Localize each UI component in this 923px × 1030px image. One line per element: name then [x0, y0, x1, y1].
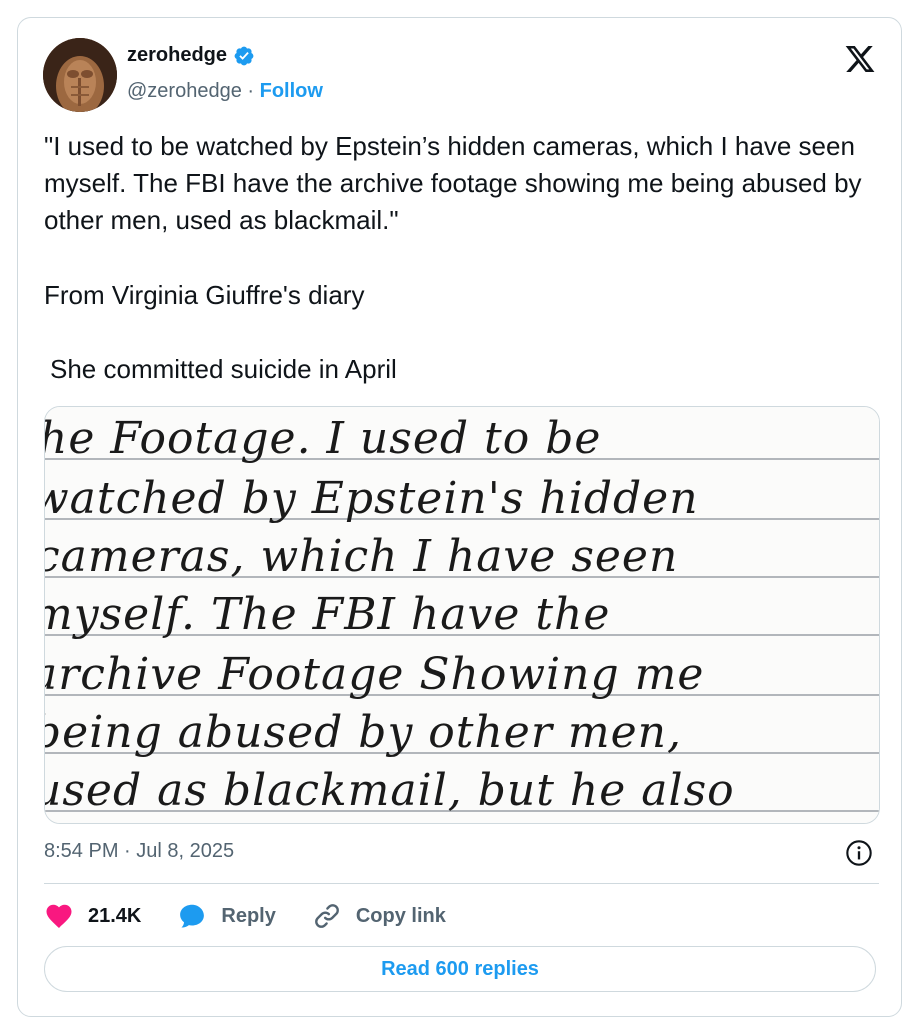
heart-icon — [46, 904, 72, 928]
follow-button[interactable]: Follow — [260, 80, 323, 102]
tweet-paragraph-note: She committed suicide in April — [50, 354, 397, 384]
reply-bubble-icon — [180, 904, 205, 928]
tweet-paragraph-quote: "I used to be watched by Epstein’s hidde… — [44, 131, 862, 235]
read-replies-button[interactable]: Read 600 replies — [44, 946, 876, 992]
copy-link-label: Copy link — [355, 904, 446, 927]
author-name[interactable]: zerohedge — [127, 44, 227, 67]
separator-dot: · — [247, 80, 255, 102]
handwriting-line: he Footage. I used to be — [45, 413, 601, 464]
divider — [44, 883, 879, 884]
x-logo-icon[interactable] — [843, 43, 877, 75]
reply-button[interactable]: Reply — [177, 901, 276, 931]
author-name-row: zerohedge — [127, 44, 255, 67]
avatar[interactable] — [43, 38, 117, 112]
handwriting-line: cameras, which I have seen — [45, 531, 678, 582]
link-icon — [314, 904, 339, 928]
like-button[interactable]: 21.4K — [44, 901, 141, 931]
copy-link-button[interactable]: Copy link — [312, 901, 446, 931]
tweet-paragraph-source: From Virginia Giuffre's diary — [44, 280, 365, 310]
handwriting-line: myself. The FBI have the — [45, 589, 610, 640]
tweet-timestamp[interactable]: 8:54 PM · Jul 8, 2025 — [44, 840, 234, 863]
handwriting-line: being abused by other men, — [45, 707, 682, 758]
diary-image[interactable]: he Footage. I used to be watched by Epst… — [44, 406, 880, 824]
like-count: 21.4K — [88, 904, 142, 927]
author-handle[interactable]: @zerohedge — [127, 80, 242, 102]
author-handle-row: @zerohedge · Follow — [127, 80, 323, 103]
action-bar: 21.4K Reply Copy link — [44, 898, 446, 934]
tweet-card: zerohedge @zerohedge · Follow "I used to… — [17, 17, 902, 1017]
verified-badge-icon — [233, 45, 255, 67]
handwriting-line: archive Footage Showing me — [45, 649, 704, 700]
handwriting-line: used as blackmail, but he also — [45, 765, 735, 816]
info-icon[interactable] — [845, 839, 873, 867]
reply-label: Reply — [221, 904, 276, 927]
handwriting-line: watched by Epstein's hidden — [45, 473, 699, 524]
